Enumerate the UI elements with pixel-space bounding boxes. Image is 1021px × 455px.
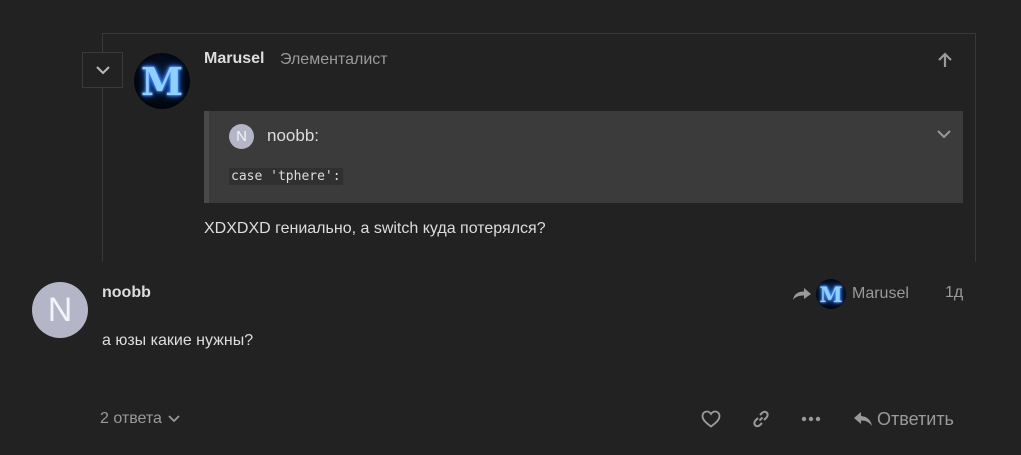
embedded-username[interactable]: Marusel [204,50,264,68]
reply-to-link[interactable]: M Marusel [792,279,909,309]
reply-to-avatar: M [816,279,846,309]
more-actions-button[interactable] [799,406,823,432]
post-username[interactable]: noobb [102,284,151,302]
post-user-avatar[interactable]: N [32,282,88,338]
reply-button-label: Ответить [877,408,954,429]
collapse-embedded-button[interactable] [82,52,123,88]
reply-to-username: Marusel [852,285,909,302]
chevron-down-icon [937,130,951,139]
post-date[interactable]: 1д [945,284,963,302]
show-replies-button[interactable]: 2 ответа [100,408,180,430]
post-text: а юзы какие нужны? [102,332,254,349]
quote-user-avatar[interactable]: N [229,124,254,149]
heart-icon [701,410,721,428]
avatar-letter: N [236,128,247,145]
embedded-user-title: Элементалист [280,51,388,68]
chevron-down-icon [168,415,180,423]
like-button[interactable] [699,406,723,432]
arrow-up-icon [938,52,952,67]
ellipsis-icon [801,416,821,422]
go-to-post-button[interactable] [935,50,955,70]
quote-username: noobb: [267,126,319,145]
reply-arrow-icon [854,412,872,426]
replies-count-label: 2 ответа [100,410,162,427]
share-arrow-icon [793,288,811,300]
avatar-letter: N [47,290,73,329]
embedded-post-text: XDXDXD гениально, а switch куда потерялс… [204,220,546,237]
topic-page: M Marusel Элементалист N noobb: case 'tp… [0,0,1021,455]
avatar-letter: M [819,281,843,307]
quote-block: N noobb: case 'tphere': [204,111,963,203]
avatar-letter: M [140,58,184,104]
copy-link-button[interactable] [749,406,773,432]
embedded-user-avatar[interactable]: M [134,53,190,109]
quote-code: case 'tphere': [229,168,343,185]
reply-button[interactable]: Ответить [853,406,954,432]
expand-quote-button[interactable] [935,125,953,143]
chevron-down-icon [95,65,110,74]
link-icon [753,410,769,428]
